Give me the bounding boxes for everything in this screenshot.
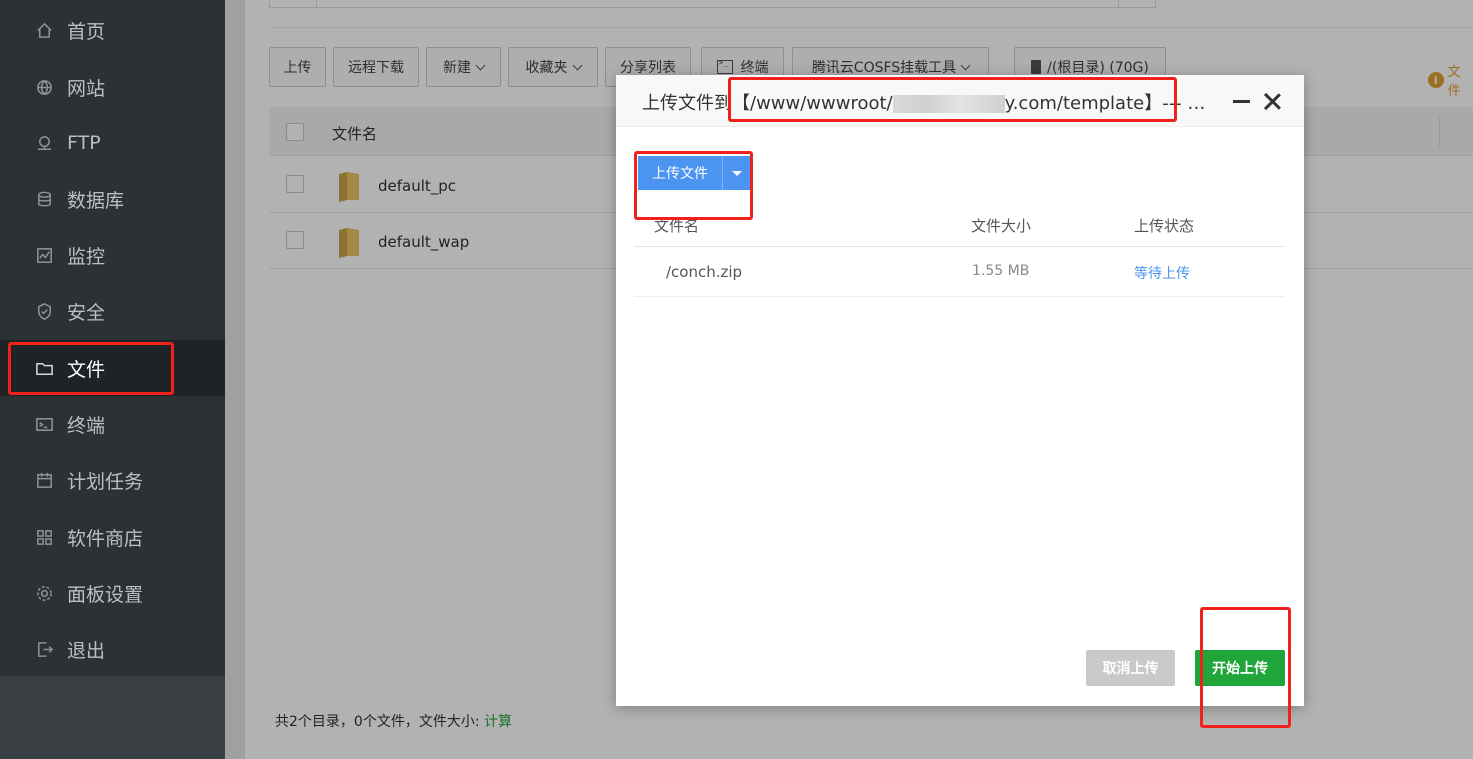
sidebar-item-cron[interactable]: 计划任务 bbox=[0, 452, 225, 508]
sidebar-item-files[interactable]: 文件 bbox=[0, 340, 225, 396]
sidebar-item-panel-settings[interactable]: 面板设置 bbox=[0, 565, 225, 621]
database-icon bbox=[33, 188, 55, 210]
sidebar-item-label: 退出 bbox=[67, 639, 106, 662]
folder-icon bbox=[33, 357, 55, 379]
column-header-status: 上传状态 bbox=[1134, 217, 1195, 235]
sidebar-bottom-background bbox=[0, 676, 225, 759]
cancel-upload-label: 取消上传 bbox=[1102, 661, 1159, 677]
sidebar-item-label: 文件 bbox=[67, 358, 106, 381]
sidebar: 首页 网站 FTP 数据库 监控 安全 文件 终端 计划任务 软件商店 面板设置 bbox=[0, 0, 225, 759]
caret-down-icon bbox=[732, 170, 742, 176]
home-icon bbox=[33, 19, 55, 41]
sidebar-item-home[interactable]: 首页 bbox=[0, 2, 225, 58]
sidebar-item-ftp[interactable]: FTP bbox=[0, 115, 225, 171]
sidebar-item-security[interactable]: 安全 bbox=[0, 283, 225, 339]
close-icon[interactable] bbox=[1263, 92, 1281, 110]
monitor-icon bbox=[33, 244, 55, 266]
sidebar-item-database[interactable]: 数据库 bbox=[0, 171, 225, 227]
dialog-header: 上传文件到【/www/wwwroot/y.com/template】--- 支持… bbox=[616, 75, 1304, 127]
sidebar-item-label: 计划任务 bbox=[67, 470, 144, 493]
shield-icon bbox=[33, 300, 55, 322]
minimize-button[interactable] bbox=[1233, 100, 1250, 103]
sidebar-item-app-store[interactable]: 软件商店 bbox=[0, 509, 225, 565]
sidebar-item-logout[interactable]: 退出 bbox=[0, 621, 225, 677]
sidebar-item-label: 监控 bbox=[67, 245, 106, 268]
dialog-title-prefix: 上传文件到【/www/wwwroot/ bbox=[642, 93, 893, 114]
sidebar-item-label: 首页 bbox=[67, 20, 106, 43]
dialog-title: 上传文件到【/www/wwwroot/y.com/template】--- 支持… bbox=[642, 89, 1212, 115]
redacted-domain bbox=[892, 95, 1005, 113]
upload-table-header: 文件名 文件大小 上传状态 bbox=[634, 205, 1285, 247]
upload-list-item: /conch.zip 1.55 MB 等待上传 bbox=[634, 247, 1285, 297]
sidebar-item-terminal[interactable]: 终端 bbox=[0, 396, 225, 452]
sidebar-item-label: 面板设置 bbox=[67, 583, 144, 606]
upload-file-button[interactable]: 上传文件 bbox=[638, 156, 722, 190]
cancel-upload-button[interactable]: 取消上传 bbox=[1086, 650, 1175, 686]
globe-icon bbox=[33, 76, 55, 98]
upload-status: 等待上传 bbox=[1134, 266, 1190, 282]
ftp-icon bbox=[33, 132, 55, 154]
sidebar-item-monitor[interactable]: 监控 bbox=[0, 227, 225, 283]
upload-options-dropdown[interactable] bbox=[722, 156, 751, 190]
gear-icon bbox=[33, 582, 55, 604]
upload-file-size: 1.55 MB bbox=[972, 263, 1030, 279]
upload-file-name: /conch.zip bbox=[666, 263, 743, 281]
apps-icon bbox=[33, 526, 55, 548]
sidebar-item-label: 网站 bbox=[67, 77, 106, 100]
logout-icon bbox=[33, 638, 55, 660]
sidebar-item-label: 终端 bbox=[67, 414, 106, 437]
sidebar-item-label: 数据库 bbox=[67, 189, 125, 212]
upload-file-split-button: 上传文件 bbox=[638, 156, 751, 190]
upload-file-label: 上传文件 bbox=[652, 166, 708, 182]
start-upload-label: 开始上传 bbox=[1212, 661, 1268, 677]
calendar-icon bbox=[33, 469, 55, 491]
sidebar-item-label: FTP bbox=[67, 132, 101, 154]
start-upload-button[interactable]: 开始上传 bbox=[1195, 650, 1285, 686]
sidebar-item-website[interactable]: 网站 bbox=[0, 59, 225, 115]
sidebar-item-label: 软件商店 bbox=[67, 527, 144, 550]
upload-dialog: 上传文件到【/www/wwwroot/y.com/template】--- 支持… bbox=[616, 75, 1304, 706]
column-header-name: 文件名 bbox=[654, 217, 700, 235]
terminal-icon bbox=[33, 413, 55, 435]
dialog-title-suffix: y.com/template】--- 支持断点续传 bbox=[1004, 93, 1212, 114]
column-header-size: 文件大小 bbox=[971, 217, 1032, 235]
sidebar-item-label: 安全 bbox=[67, 301, 106, 324]
